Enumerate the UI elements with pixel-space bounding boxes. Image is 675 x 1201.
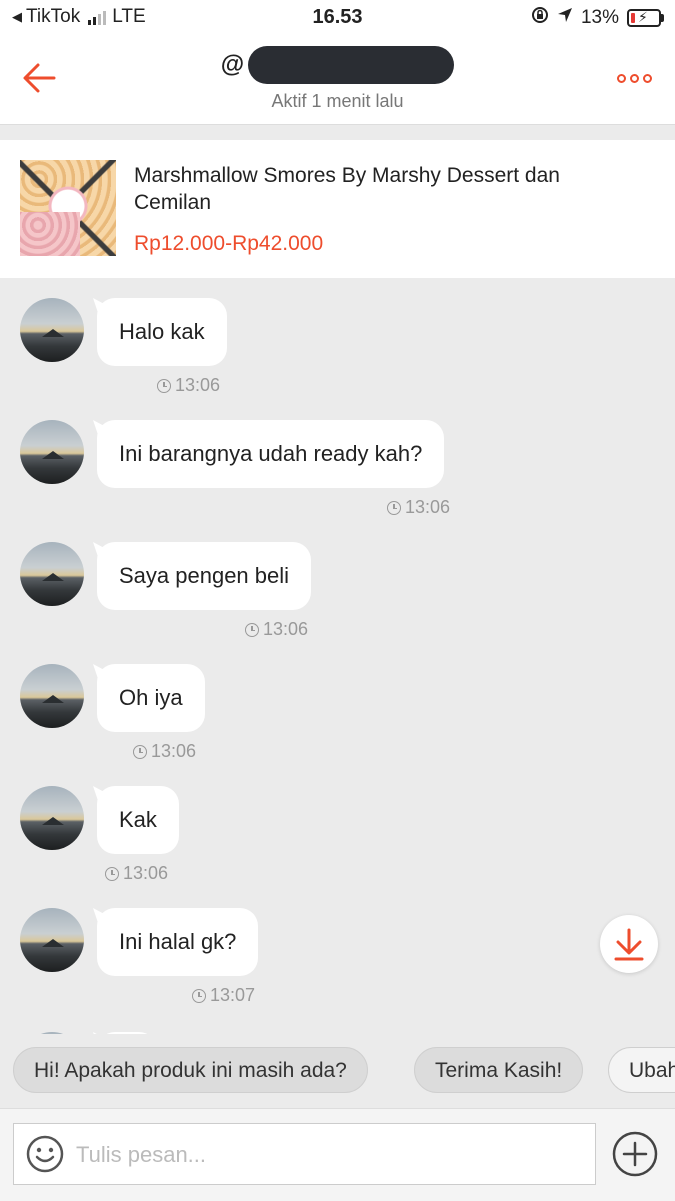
message-row: Oh iya 13:06 bbox=[0, 644, 675, 761]
product-image[interactable] bbox=[20, 160, 116, 256]
message-time-label: 13:06 bbox=[263, 619, 309, 639]
quick-reply-chip[interactable]: Ubah bbox=[608, 1047, 675, 1093]
message-bubble[interactable]: Halo kak bbox=[97, 298, 227, 366]
message-time: 13:06 bbox=[245, 619, 308, 640]
message-input-bar bbox=[0, 1108, 675, 1201]
quick-replies: Hi! Apakah produk ini masih ada? Terima … bbox=[0, 1034, 675, 1108]
product-card[interactable]: Marshmallow Smores By Marshy Dessert dan… bbox=[0, 140, 675, 278]
message-input-box[interactable] bbox=[13, 1123, 596, 1186]
smiley-icon bbox=[26, 1135, 64, 1173]
message-bubble[interactable]: Kak bbox=[97, 786, 179, 854]
message-time: 13:06 bbox=[133, 741, 196, 762]
status-bar: ◀ TikTok LTE 16.53 13% ⚡ bbox=[0, 0, 675, 36]
message-bubble[interactable]: Ini barangnya udah ready kah? bbox=[97, 420, 445, 488]
username-redaction bbox=[248, 46, 455, 84]
message-time: 13:06 bbox=[157, 375, 220, 396]
avatar[interactable] bbox=[20, 664, 84, 728]
emoji-button[interactable] bbox=[26, 1135, 64, 1173]
clock-icon bbox=[245, 622, 259, 637]
product-price: Rp12.000-Rp42.000 bbox=[134, 232, 324, 255]
message-time-label: 13:07 bbox=[210, 985, 256, 1005]
quick-reply-chip[interactable]: Terima Kasih! bbox=[414, 1047, 584, 1093]
message-input[interactable] bbox=[74, 1124, 578, 1186]
more-dot-icon bbox=[617, 73, 626, 83]
scroll-to-bottom-button[interactable] bbox=[600, 915, 658, 973]
avatar[interactable] bbox=[20, 420, 84, 484]
message-row: Saya pengen beli 13:06 bbox=[0, 522, 675, 639]
chat-header: @ Aktif 1 menit lalu bbox=[0, 36, 675, 125]
clock-icon bbox=[387, 500, 401, 515]
message-time-label: 13:06 bbox=[151, 741, 197, 761]
message-row-partial bbox=[0, 1010, 675, 1034]
message-time-label: 13:06 bbox=[175, 375, 221, 395]
status-right: 13% ⚡ bbox=[531, 6, 664, 30]
message-row: Kak 13:06 bbox=[0, 766, 675, 883]
battery-icon: ⚡ bbox=[627, 9, 664, 27]
avatar[interactable] bbox=[20, 908, 84, 972]
message-bubble[interactable]: Saya pengen beli bbox=[97, 542, 312, 610]
more-dot-icon bbox=[643, 73, 652, 83]
orientation-lock-icon bbox=[531, 6, 549, 30]
chat-username[interactable]: @ bbox=[0, 46, 675, 84]
message-time-label: 13:06 bbox=[405, 497, 451, 517]
add-attachment-button[interactable] bbox=[612, 1131, 658, 1177]
message-bubble[interactable]: Oh iya bbox=[97, 664, 205, 732]
battery-percent: 13% bbox=[580, 7, 619, 28]
clock-icon bbox=[105, 866, 119, 881]
active-status: Aktif 1 menit lalu bbox=[271, 91, 404, 111]
message-bubble[interactable]: Ini halal gk? bbox=[97, 908, 259, 976]
avatar[interactable] bbox=[20, 298, 84, 362]
message-row: Halo kak 13:06 bbox=[0, 278, 675, 395]
username-prefix: @ bbox=[220, 51, 245, 78]
clock-icon bbox=[133, 744, 147, 759]
more-dot-icon bbox=[630, 73, 639, 83]
chat-messages[interactable]: Halo kak 13:06 Ini barangnya udah ready … bbox=[0, 278, 675, 1034]
avatar[interactable] bbox=[20, 786, 84, 850]
location-icon bbox=[557, 7, 573, 29]
plus-circle-icon bbox=[612, 1131, 658, 1177]
clock-icon bbox=[157, 378, 171, 393]
product-title: Marshmallow Smores By Marshy Dessert dan… bbox=[134, 164, 560, 214]
avatar[interactable] bbox=[20, 542, 84, 606]
message-time-label: 13:06 bbox=[123, 863, 169, 883]
quick-reply-chip[interactable]: Hi! Apakah produk ini masih ada? bbox=[13, 1047, 368, 1093]
more-options-button[interactable] bbox=[617, 68, 657, 88]
message-row: Ini barangnya udah ready kah? 13:06 bbox=[0, 400, 675, 517]
message-time: 13:06 bbox=[105, 863, 168, 884]
arrow-down-icon bbox=[614, 928, 644, 961]
message-row: Ini halal gk? 13:07 bbox=[0, 888, 675, 1005]
message-time: 13:07 bbox=[192, 985, 255, 1006]
clock-icon bbox=[192, 988, 206, 1003]
message-time: 13:06 bbox=[387, 497, 450, 518]
